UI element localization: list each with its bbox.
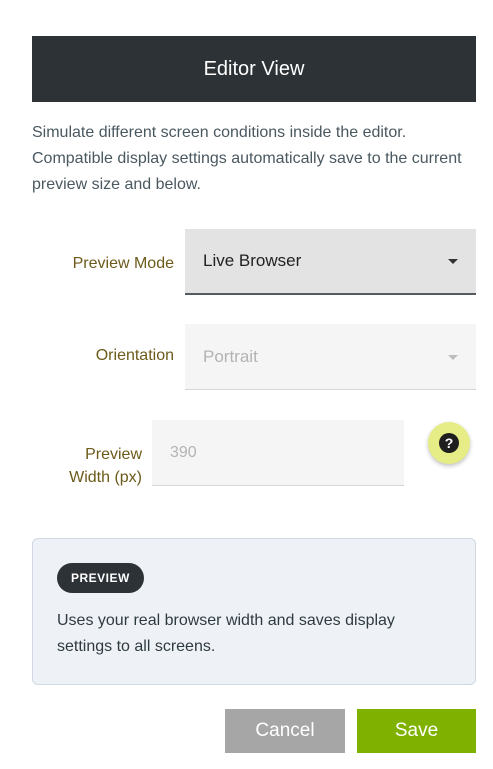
dialog-description: Simulate different screen conditions ins… [32, 124, 462, 193]
question-mark-icon: ? [439, 433, 459, 453]
orientation-value: Portrait [203, 346, 258, 366]
orientation-label: Orientation [95, 347, 174, 364]
orientation-select[interactable]: Portrait [185, 324, 476, 390]
editor-view-panel: Editor View Simulate different screen co… [0, 0, 493, 769]
preview-info-box: PREVIEW Uses your real browser width and… [32, 538, 476, 685]
dialog-title: Editor View [32, 36, 476, 102]
preview-width-placeholder: 390 [170, 444, 197, 461]
save-button[interactable]: Save [357, 709, 476, 753]
preview-mode-select[interactable]: Live Browser [185, 229, 476, 295]
caret-down-icon [448, 259, 458, 264]
preview-width-input[interactable]: 390 [152, 420, 404, 486]
preview-width-label-line1: Preview [85, 446, 142, 463]
preview-mode-label: Preview Mode [72, 255, 174, 272]
preview-mode-value: Live Browser [203, 251, 302, 270]
help-button[interactable]: ? [428, 422, 470, 464]
preview-badge: PREVIEW [57, 563, 144, 593]
caret-down-icon [448, 354, 458, 360]
preview-info-text: Uses your real browser width and saves d… [57, 612, 395, 655]
preview-width-label: Preview Width (px) [30, 443, 142, 489]
cancel-button[interactable]: Cancel [225, 709, 345, 753]
preview-width-label-line2: Width (px) [69, 469, 142, 486]
